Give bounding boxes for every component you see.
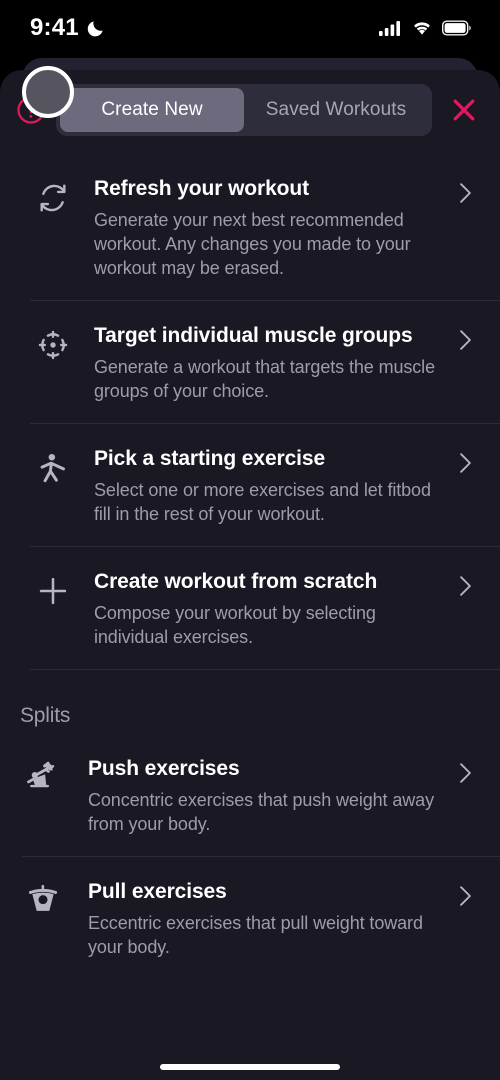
pull-up-icon — [20, 881, 66, 921]
option-title: Create workout from scratch — [94, 570, 378, 593]
option-row-create-from-scratch[interactable]: Create workout from scratch Compose your… — [0, 547, 500, 669]
split-title: Pull exercises — [88, 880, 227, 903]
status-bar-right — [379, 20, 472, 36]
status-bar-left: 9:41 — [30, 14, 105, 42]
tab-create-new[interactable]: Create New — [60, 88, 244, 132]
refresh-icon — [30, 178, 76, 218]
tab-saved-workouts[interactable]: Saved Workouts — [244, 88, 428, 132]
option-title: Target individual muscle groups — [94, 324, 413, 347]
option-text-block: Pick a starting exercise Select one or m… — [76, 446, 454, 526]
wifi-icon — [411, 20, 433, 36]
bench-press-push-icon — [20, 758, 66, 798]
option-text-block: Refresh your workout Generate your next … — [76, 176, 454, 280]
split-title: Push exercises — [88, 757, 240, 780]
chevron-right-icon — [454, 446, 476, 474]
status-bar-clock: 9:41 — [30, 14, 79, 41]
option-text-block: Create workout from scratch Compose your… — [76, 569, 454, 649]
chevron-right-icon — [454, 176, 476, 204]
split-text-block: Push exercises Concentric exercises that… — [66, 756, 454, 836]
option-row-refresh-workout[interactable]: Refresh your workout Generate your next … — [0, 154, 500, 300]
split-row-pull-exercises[interactable]: Pull exercises Eccentric exercises that … — [0, 857, 500, 979]
option-title: Pick a starting exercise — [94, 447, 326, 470]
option-description: Select one or more exercises and let fit… — [94, 480, 431, 524]
create-options-list: Refresh your workout Generate your next … — [0, 150, 500, 670]
chevron-right-icon — [454, 879, 476, 907]
cellular-bars-icon — [379, 20, 402, 36]
battery-full-icon — [442, 20, 472, 36]
chevron-right-icon — [454, 323, 476, 351]
close-x-icon[interactable] — [442, 88, 486, 132]
option-title: Refresh your workout — [94, 177, 310, 200]
split-description: Eccentric exercises that pull weight tow… — [88, 913, 423, 957]
split-text-block: Pull exercises Eccentric exercises that … — [66, 879, 454, 959]
option-description: Generate your next best recommended work… — [94, 210, 411, 278]
home-indicator — [160, 1064, 340, 1070]
chevron-right-icon — [454, 569, 476, 597]
crescent-moon-icon — [86, 19, 105, 38]
option-text-block: Target individual muscle groups Generate… — [76, 323, 454, 403]
chevron-right-icon — [454, 756, 476, 784]
option-row-target-muscle-groups[interactable]: Target individual muscle groups Generate… — [0, 301, 500, 423]
status-bar: 9:41 — [0, 0, 500, 56]
plus-icon — [30, 571, 76, 611]
help-question-circle-icon[interactable] — [16, 95, 46, 125]
option-description: Generate a workout that targets the musc… — [94, 357, 435, 401]
option-description: Compose your workout by selecting indivi… — [94, 603, 376, 647]
sheet-header: Create New Saved Workouts — [0, 70, 500, 150]
option-row-pick-starting-exercise[interactable]: Pick a starting exercise Select one or m… — [0, 424, 500, 546]
split-row-push-exercises[interactable]: Push exercises Concentric exercises that… — [0, 734, 500, 856]
create-workout-sheet: Create New Saved Workouts Refresh your w… — [0, 70, 500, 1080]
phone-screen: 9:41 Create New Saved Workouts Refresh y… — [0, 0, 500, 1080]
view-mode-segmented-control[interactable]: Create New Saved Workouts — [56, 84, 432, 136]
splits-section-header: Splits — [20, 704, 71, 727]
target-crosshair-icon — [30, 325, 76, 365]
split-description: Concentric exercises that push weight aw… — [88, 790, 434, 834]
splits-list: Push exercises Concentric exercises that… — [0, 734, 500, 979]
person-exercise-icon — [30, 448, 76, 488]
